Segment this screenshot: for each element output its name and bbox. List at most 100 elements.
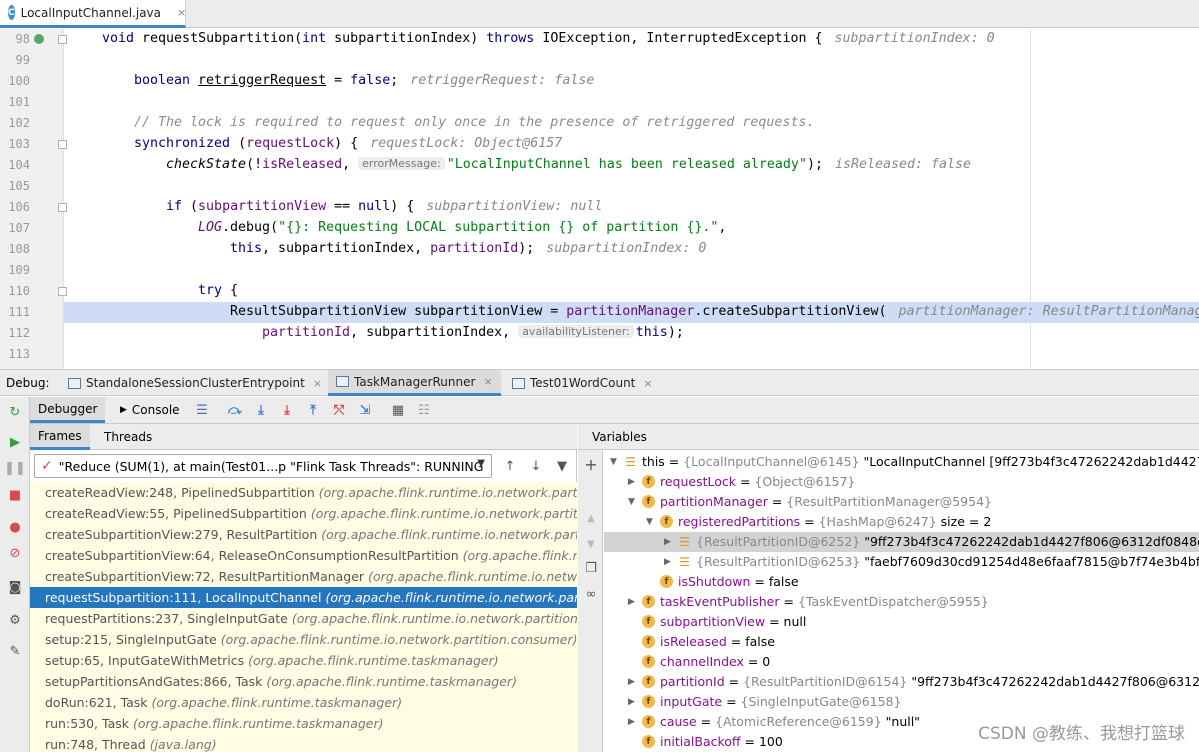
camera-icon[interactable]: ◙: [7, 579, 23, 595]
arrow-up-icon[interactable]: ↑: [502, 458, 518, 474]
close-icon[interactable]: ×: [483, 375, 492, 388]
close-icon[interactable]: ×: [177, 6, 186, 19]
code-line[interactable]: 108 this, subpartitionIndex, partitionId…: [0, 239, 1199, 260]
view-breakpoints-icon[interactable]: ●: [7, 519, 23, 535]
chevron-right-icon[interactable]: ▶: [664, 532, 674, 552]
code-line[interactable]: 99: [0, 50, 1199, 71]
gear-icon[interactable]: ⚙: [7, 612, 23, 628]
variable-row[interactable]: ▶ f partitionId = {ResultPartitionID@6154}…: [604, 672, 1199, 692]
variable-row[interactable]: ▶ f requestLock = {Object@6157}: [604, 472, 1199, 492]
tab-frames[interactable]: Frames: [30, 424, 90, 450]
chevron-right-icon[interactable]: ▶: [628, 472, 638, 492]
code-line[interactable]: 106 if (subpartitionView == null) {subpa…: [0, 197, 1199, 218]
variable-row[interactable]: ▶ f taskEventPublisher = {TaskEventDispatc…: [604, 592, 1199, 612]
variable-row[interactable]: f subpartitionView = null: [604, 612, 1199, 632]
stop-icon[interactable]: ■: [7, 487, 23, 503]
run-to-cursor-icon[interactable]: ⇲: [357, 403, 373, 418]
frame-item[interactable]: doRun:621, Task (org.apache.flink.runtim…: [30, 692, 577, 713]
frame-item-selected[interactable]: requestSubpartition:111, LocalInputChann…: [30, 587, 577, 608]
resume-icon[interactable]: ▶: [7, 434, 23, 450]
variable-row[interactable]: f isShutdown = false: [604, 572, 1199, 592]
code-line[interactable]: 101: [0, 92, 1199, 113]
frame-item[interactable]: createSubpartitionView:72, ResultPartiti…: [30, 566, 577, 587]
method-override-icon[interactable]: [34, 34, 44, 44]
evaluate-expression-icon[interactable]: ▦: [390, 403, 406, 418]
move-down-icon[interactable]: ▼: [583, 536, 599, 552]
chevron-down-icon[interactable]: ▼: [610, 452, 620, 472]
chevron-right-icon[interactable]: ▶: [628, 692, 638, 712]
variable-row[interactable]: f channelIndex = 0: [604, 652, 1199, 672]
frame-item[interactable]: requestPartitions:237, SingleInputGate (…: [30, 608, 577, 629]
pause-icon[interactable]: ❚❚: [4, 460, 26, 476]
variable-row[interactable]: ▼ f registeredPartitions = {HashMap@6247} …: [604, 512, 1199, 532]
variable-row[interactable]: ▼ ☰ this = {LocalInputChannel@6145} "Local…: [604, 452, 1199, 472]
chevron-down-icon[interactable]: ▼: [628, 492, 638, 512]
thread-selector[interactable]: ✓ "Reduce (SUM(1), at main(Test01...p "F…: [34, 454, 492, 478]
code-line[interactable]: 113: [0, 344, 1199, 365]
mute-breakpoints-icon[interactable]: ⊘: [7, 545, 23, 561]
code-line[interactable]: 105: [0, 176, 1199, 197]
trace-icon[interactable]: ☷: [416, 403, 432, 418]
move-up-icon[interactable]: ▲: [583, 510, 599, 526]
drop-frame-icon[interactable]: ⤲: [331, 403, 347, 418]
tab-threads[interactable]: Threads: [96, 424, 160, 450]
frame-item[interactable]: createReadView:248, PipelinedSubpartitio…: [30, 482, 577, 503]
code-line[interactable]: 110 try {: [0, 281, 1199, 302]
frame-item[interactable]: setup:65, InputGateWithMetrics (org.apac…: [30, 650, 577, 671]
show-execution-point-icon[interactable]: ⤼: [227, 403, 243, 418]
code-editor[interactable]: 98 void requestSubpartition(int subparti…: [0, 29, 1199, 369]
variable-row[interactable]: ▶ f inputGate = {SingleInputGate@6158}: [604, 692, 1199, 712]
pin-icon[interactable]: ✎: [7, 643, 23, 659]
variable-row[interactable]: f isReleased = false: [604, 632, 1199, 652]
variable-row[interactable]: ▶ ☰ {ResultPartitionID@6253} "faebf7609d30…: [604, 552, 1199, 572]
chevron-right-icon[interactable]: ▶: [628, 712, 638, 732]
add-watch-icon[interactable]: +: [583, 455, 599, 474]
chevron-right-icon[interactable]: ▶: [628, 592, 638, 612]
line-number: 109: [8, 263, 30, 277]
chevron-right-icon[interactable]: ▶: [664, 552, 674, 572]
glasses-icon[interactable]: ∞: [583, 586, 599, 602]
fold-icon[interactable]: [58, 140, 67, 149]
fold-icon[interactable]: [58, 287, 67, 296]
step-out-icon[interactable]: ⤒: [305, 403, 321, 418]
debug-session-tab[interactable]: StandaloneSessionClusterEntrypoint ×: [68, 370, 322, 396]
fold-icon[interactable]: [58, 203, 67, 212]
frame-item[interactable]: createSubpartitionView:64, ReleaseOnCons…: [30, 545, 577, 566]
debug-session-tab-active[interactable]: TaskManagerRunner ×: [328, 370, 501, 396]
fold-icon[interactable]: [58, 35, 67, 44]
menu-icon[interactable]: ☰: [194, 403, 210, 418]
chevron-right-icon[interactable]: ▶: [628, 672, 638, 692]
code-line[interactable]: 111 ResultSubpartitionView subpartitionV…: [0, 302, 1199, 323]
code-line[interactable]: 102 // The lock is required to request o…: [0, 113, 1199, 134]
frame-item[interactable]: setup:215, SingleInputGate (org.apache.f…: [30, 629, 577, 650]
variable-row-selected[interactable]: ▶ ☰ {ResultPartitionID@6252} "9ff273b4f3c4…: [604, 532, 1199, 552]
variable-row[interactable]: ▼ f partitionManager = {ResultPartitionMan…: [604, 492, 1199, 512]
copy-icon[interactable]: ❐: [583, 560, 599, 576]
code-line[interactable]: 109: [0, 260, 1199, 281]
tab-console[interactable]: ▶ Console: [112, 397, 188, 423]
chevron-down-icon[interactable]: ▼: [646, 512, 656, 532]
frame-item[interactable]: run:530, Task (org.apache.flink.runtime.…: [30, 713, 577, 734]
frame-item[interactable]: createReadView:55, PipelinedSubpartition…: [30, 503, 577, 524]
close-icon[interactable]: ×: [313, 377, 322, 390]
frame-item[interactable]: createSubpartitionView:279, ResultPartit…: [30, 524, 577, 545]
code-line[interactable]: 103 synchronized (requestLock) {requestL…: [0, 134, 1199, 155]
code-line[interactable]: 98 void requestSubpartition(int subparti…: [0, 29, 1199, 50]
step-into-icon[interactable]: ⤓: [279, 403, 295, 418]
debug-session-tab[interactable]: Test01WordCount ×: [512, 370, 653, 396]
filter-icon[interactable]: ▼: [554, 458, 570, 474]
code-line[interactable]: 112 partitionId, subpartitionIndex, avai…: [0, 323, 1199, 344]
code-line[interactable]: 107 LOG.debug("{}: Requesting LOCAL subp…: [0, 218, 1199, 239]
rerun-icon[interactable]: ↻: [7, 404, 23, 420]
frame-item[interactable]: run:748, Thread (java.lang): [30, 734, 577, 752]
frame-item[interactable]: setupPartitionsAndGates:866, Task (org.a…: [30, 671, 577, 692]
step-over-icon[interactable]: ⤓: [253, 403, 269, 418]
code-line[interactable]: 100 boolean retriggerRequest = false; ret…: [0, 71, 1199, 92]
line-number: 102: [8, 116, 30, 130]
arrow-down-icon[interactable]: ↓: [528, 458, 544, 474]
editor-tab-localinputchannel[interactable]: C LocalInputChannel.java ×: [0, 0, 186, 28]
tab-debugger[interactable]: Debugger: [30, 397, 106, 423]
check-icon: ✓: [41, 458, 53, 474]
code-line[interactable]: 104 checkState(!isReleased, errorMessage…: [0, 155, 1199, 176]
close-icon[interactable]: ×: [643, 377, 652, 390]
